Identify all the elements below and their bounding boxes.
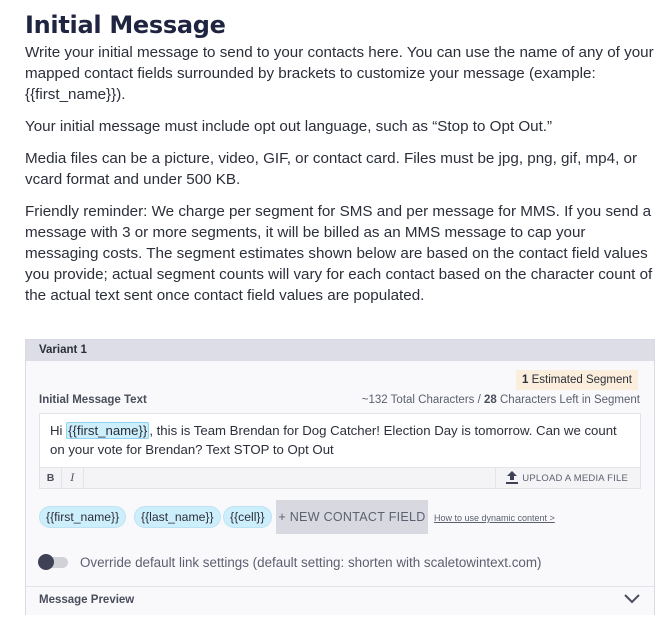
contact-field-last-name[interactable]: {{last_name}} <box>134 506 221 528</box>
override-link-label: Override default link settings (default … <box>80 555 542 570</box>
segment-count: 1 <box>522 374 529 386</box>
message-preview-label: Message Preview <box>39 594 135 606</box>
message-preview-accordion[interactable]: Message Preview <box>26 586 654 615</box>
dynamic-content-help-link[interactable]: How to use dynamic content > <box>434 513 555 523</box>
contact-field-first-name[interactable]: {{first_name}} <box>39 506 127 528</box>
upload-media-label: UPLOAD A MEDIA FILE <box>522 473 628 484</box>
new-contact-field-button[interactable]: + NEW CONTACT FIELD <box>276 500 428 534</box>
override-link-toggle[interactable] <box>38 554 70 570</box>
total-characters-label: Total Characters / <box>390 394 481 406</box>
editor-toolbar: B I UPLOAD A MEDIA FILE <box>40 467 640 489</box>
estimated-segment-badge: 1 Estimated Segment <box>516 370 638 390</box>
upload-icon <box>506 470 519 484</box>
total-characters: ~132 <box>361 394 388 406</box>
message-field-label: Initial Message Text <box>39 394 147 406</box>
message-text[interactable]: Hi {{first_name}}, this is Team Brendan … <box>50 421 632 459</box>
message-prefix: Hi <box>50 423 67 438</box>
chevron-down-icon <box>624 594 640 604</box>
upload-media-button[interactable]: UPLOAD A MEDIA FILE <box>495 468 640 489</box>
reminder-paragraph: Friendly reminder: We charge per segment… <box>25 203 653 304</box>
characters-left: 28 <box>484 394 497 406</box>
bold-button[interactable]: B <box>40 468 62 489</box>
intro-paragraph: Write your initial message to send to yo… <box>25 44 654 103</box>
characters-left-label: Characters Left in Segment <box>500 394 640 406</box>
main-content: Initial Message Write your initial messa… <box>25 8 655 317</box>
contact-field-cell[interactable]: {{cell}} <box>223 506 272 528</box>
character-count: ~132 Total Characters / 28 Characters Le… <box>362 394 640 406</box>
variant-header: Variant 1 <box>26 340 654 361</box>
page-title: Initial Message <box>25 11 226 39</box>
message-token-first-name: {{first_name}} <box>66 422 150 439</box>
segment-label: Estimated Segment <box>531 374 632 386</box>
variant-panel: Variant 1 1 Estimated Segment Initial Me… <box>25 339 655 615</box>
italic-button[interactable]: I <box>62 468 84 489</box>
media-paragraph: Media files can be a picture, video, GIF… <box>25 150 638 188</box>
toggle-knob <box>38 554 54 570</box>
message-editor[interactable]: Hi {{first_name}}, this is Team Brendan … <box>39 413 641 489</box>
opt-out-paragraph: Your initial message must include opt ou… <box>25 118 553 135</box>
